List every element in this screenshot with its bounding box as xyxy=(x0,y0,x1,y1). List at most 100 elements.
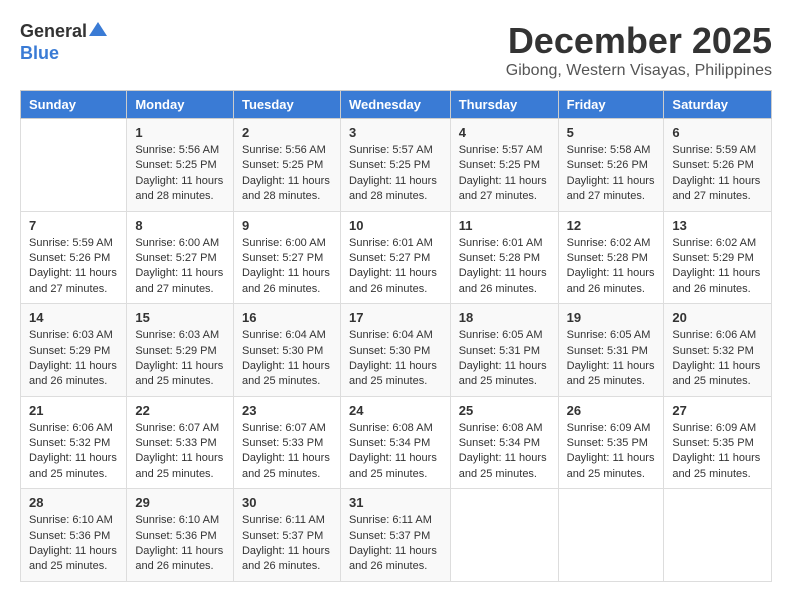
day-number: 15 xyxy=(135,310,225,325)
day-number: 22 xyxy=(135,403,225,418)
calendar-cell: 13 Sunrise: 6:02 AM Sunset: 5:29 PM Dayli… xyxy=(664,211,772,304)
day-info: Sunrise: 6:05 AM Sunset: 5:31 PM Dayligh… xyxy=(459,328,550,390)
day-info: Sunrise: 6:09 AM Sunset: 5:35 PM Dayligh… xyxy=(567,421,656,483)
day-number: 25 xyxy=(459,403,550,418)
weekday-header-friday: Friday xyxy=(558,91,664,119)
day-info: Sunrise: 6:06 AM Sunset: 5:32 PM Dayligh… xyxy=(29,421,118,483)
day-info: Sunrise: 6:01 AM Sunset: 5:27 PM Dayligh… xyxy=(349,236,442,298)
day-info: Sunrise: 6:05 AM Sunset: 5:31 PM Dayligh… xyxy=(567,328,656,390)
calendar-cell: 5 Sunrise: 5:58 AM Sunset: 5:26 PM Daylig… xyxy=(558,119,664,212)
day-number: 10 xyxy=(349,218,442,233)
day-info: Sunrise: 6:02 AM Sunset: 5:29 PM Dayligh… xyxy=(672,236,763,298)
day-number: 14 xyxy=(29,310,118,325)
calendar-table: SundayMondayTuesdayWednesdayThursdayFrid… xyxy=(20,90,772,582)
weekday-header-wednesday: Wednesday xyxy=(340,91,450,119)
day-number: 5 xyxy=(567,125,656,140)
day-info: Sunrise: 6:08 AM Sunset: 5:34 PM Dayligh… xyxy=(459,421,550,483)
day-info: Sunrise: 6:08 AM Sunset: 5:34 PM Dayligh… xyxy=(349,421,442,483)
calendar-cell: 3 Sunrise: 5:57 AM Sunset: 5:25 PM Daylig… xyxy=(340,119,450,212)
day-number: 11 xyxy=(459,218,550,233)
day-info: Sunrise: 6:07 AM Sunset: 5:33 PM Dayligh… xyxy=(242,421,332,483)
title-section: December 2025 Gibong, Western Visayas, P… xyxy=(506,20,772,80)
calendar-cell: 15 Sunrise: 6:03 AM Sunset: 5:29 PM Dayli… xyxy=(127,304,234,397)
day-info: Sunrise: 6:01 AM Sunset: 5:28 PM Dayligh… xyxy=(459,236,550,298)
calendar-cell xyxy=(450,489,558,582)
calendar-cell: 31 Sunrise: 6:11 AM Sunset: 5:37 PM Dayli… xyxy=(340,489,450,582)
calendar-week-row: 7Sunrise: 5:59 AM Sunset: 5:26 PM Daylig… xyxy=(21,211,772,304)
day-number: 1 xyxy=(135,125,225,140)
logo-icon xyxy=(89,20,107,38)
day-number: 23 xyxy=(242,403,332,418)
day-info: Sunrise: 6:10 AM Sunset: 5:36 PM Dayligh… xyxy=(29,513,118,575)
calendar-week-row: 28 Sunrise: 6:10 AM Sunset: 5:36 PM Dayli… xyxy=(21,489,772,582)
calendar-cell: 2Sunrise: 5:56 AM Sunset: 5:25 PM Daylig… xyxy=(233,119,340,212)
calendar-cell: 27 Sunrise: 6:09 AM Sunset: 5:35 PM Dayli… xyxy=(664,396,772,489)
day-info: Sunrise: 5:57 AM Sunset: 5:25 PM Dayligh… xyxy=(349,143,442,205)
day-number: 4 xyxy=(459,125,550,140)
day-info: Sunrise: 6:03 AM Sunset: 5:29 PM Dayligh… xyxy=(135,328,225,390)
location-subtitle: Gibong, Western Visayas, Philippines xyxy=(506,62,772,80)
calendar-cell: 23 Sunrise: 6:07 AM Sunset: 5:33 PM Dayli… xyxy=(233,396,340,489)
day-info: Sunrise: 6:00 AM Sunset: 5:27 PM Dayligh… xyxy=(135,236,225,298)
calendar-cell: 9Sunrise: 6:00 AM Sunset: 5:27 PM Daylig… xyxy=(233,211,340,304)
day-info: Sunrise: 6:06 AM Sunset: 5:32 PM Dayligh… xyxy=(672,328,763,390)
calendar-cell: 28 Sunrise: 6:10 AM Sunset: 5:36 PM Dayli… xyxy=(21,489,127,582)
day-number: 29 xyxy=(135,495,225,510)
calendar-cell: 25 Sunrise: 6:08 AM Sunset: 5:34 PM Dayli… xyxy=(450,396,558,489)
day-info: Sunrise: 6:10 AM Sunset: 5:36 PM Dayligh… xyxy=(135,513,225,575)
calendar-cell: 8 Sunrise: 6:00 AM Sunset: 5:27 PM Daylig… xyxy=(127,211,234,304)
calendar-cell: 18 Sunrise: 6:05 AM Sunset: 5:31 PM Dayli… xyxy=(450,304,558,397)
calendar-cell: 30 Sunrise: 6:11 AM Sunset: 5:37 PM Dayli… xyxy=(233,489,340,582)
day-number: 3 xyxy=(349,125,442,140)
day-number: 20 xyxy=(672,310,763,325)
day-info: Sunrise: 6:02 AM Sunset: 5:28 PM Dayligh… xyxy=(567,236,656,298)
day-info: Sunrise: 5:59 AM Sunset: 5:26 PM Dayligh… xyxy=(672,143,763,205)
calendar-cell: 11 Sunrise: 6:01 AM Sunset: 5:28 PM Dayli… xyxy=(450,211,558,304)
day-info: Sunrise: 5:58 AM Sunset: 5:26 PM Dayligh… xyxy=(567,143,656,205)
day-info: Sunrise: 6:11 AM Sunset: 5:37 PM Dayligh… xyxy=(349,513,442,575)
day-number: 21 xyxy=(29,403,118,418)
calendar-cell: 12 Sunrise: 6:02 AM Sunset: 5:28 PM Dayli… xyxy=(558,211,664,304)
logo-general-text: General xyxy=(20,21,87,42)
calendar-cell: 16 Sunrise: 6:04 AM Sunset: 5:30 PM Dayli… xyxy=(233,304,340,397)
day-number: 19 xyxy=(567,310,656,325)
weekday-header-sunday: Sunday xyxy=(21,91,127,119)
calendar-header-row: SundayMondayTuesdayWednesdayThursdayFrid… xyxy=(21,91,772,119)
day-number: 31 xyxy=(349,495,442,510)
day-number: 8 xyxy=(135,218,225,233)
day-number: 2 xyxy=(242,125,332,140)
calendar-cell: 10 Sunrise: 6:01 AM Sunset: 5:27 PM Dayli… xyxy=(340,211,450,304)
day-number: 7 xyxy=(29,218,118,233)
day-number: 6 xyxy=(672,125,763,140)
logo: General Blue xyxy=(20,20,107,64)
day-info: Sunrise: 5:57 AM Sunset: 5:25 PM Dayligh… xyxy=(459,143,550,205)
month-year-title: December 2025 xyxy=(506,20,772,62)
day-info: Sunrise: 6:03 AM Sunset: 5:29 PM Dayligh… xyxy=(29,328,118,390)
calendar-cell: 24 Sunrise: 6:08 AM Sunset: 5:34 PM Dayli… xyxy=(340,396,450,489)
day-number: 17 xyxy=(349,310,442,325)
day-number: 13 xyxy=(672,218,763,233)
day-number: 24 xyxy=(349,403,442,418)
day-info: Sunrise: 6:07 AM Sunset: 5:33 PM Dayligh… xyxy=(135,421,225,483)
calendar-cell: 17 Sunrise: 6:04 AM Sunset: 5:30 PM Dayli… xyxy=(340,304,450,397)
day-info: Sunrise: 6:11 AM Sunset: 5:37 PM Dayligh… xyxy=(242,513,332,575)
day-number: 28 xyxy=(29,495,118,510)
calendar-cell: 22 Sunrise: 6:07 AM Sunset: 5:33 PM Dayli… xyxy=(127,396,234,489)
calendar-cell: 1 Sunrise: 5:56 AM Sunset: 5:25 PM Daylig… xyxy=(127,119,234,212)
day-info: Sunrise: 6:09 AM Sunset: 5:35 PM Dayligh… xyxy=(672,421,763,483)
weekday-header-saturday: Saturday xyxy=(664,91,772,119)
calendar-week-row: 14 Sunrise: 6:03 AM Sunset: 5:29 PM Dayli… xyxy=(21,304,772,397)
calendar-week-row: 1 Sunrise: 5:56 AM Sunset: 5:25 PM Daylig… xyxy=(21,119,772,212)
day-info: Sunrise: 5:56 AM Sunset: 5:25 PM Dayligh… xyxy=(135,143,225,205)
day-number: 30 xyxy=(242,495,332,510)
day-info: Sunrise: 6:04 AM Sunset: 5:30 PM Dayligh… xyxy=(349,328,442,390)
calendar-cell: 21 Sunrise: 6:06 AM Sunset: 5:32 PM Dayli… xyxy=(21,396,127,489)
calendar-cell xyxy=(664,489,772,582)
day-number: 12 xyxy=(567,218,656,233)
calendar-cell: 29 Sunrise: 6:10 AM Sunset: 5:36 PM Dayli… xyxy=(127,489,234,582)
day-number: 18 xyxy=(459,310,550,325)
weekday-header-monday: Monday xyxy=(127,91,234,119)
day-number: 16 xyxy=(242,310,332,325)
day-number: 27 xyxy=(672,403,763,418)
day-info: Sunrise: 6:04 AM Sunset: 5:30 PM Dayligh… xyxy=(242,328,332,390)
